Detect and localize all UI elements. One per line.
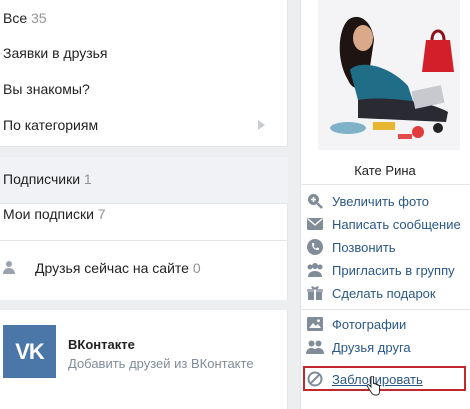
divider: [0, 240, 288, 241]
divider: [0, 203, 288, 204]
menu-write-message[interactable]: Написать сообщение: [306, 214, 461, 234]
mouse-cursor-icon: [366, 375, 380, 396]
menu-friends-of-friend[interactable]: Друзья друга: [306, 337, 411, 357]
divider: [300, 309, 470, 310]
menu-invite-group[interactable]: Пригласить в группу: [306, 260, 455, 280]
block-icon: [306, 370, 324, 388]
nav-friend-requests[interactable]: Заявки в друзья: [3, 45, 108, 61]
menu-enlarge-photo-label: Увеличить фото: [332, 193, 429, 209]
nav-followers-count: 1: [83, 171, 92, 187]
menu-invite-group-label: Пригласить в группу: [332, 262, 455, 278]
menu-call[interactable]: Позвонить: [306, 237, 396, 257]
friends-icon: [3, 259, 19, 275]
menu-call-label: Позвонить: [332, 239, 396, 255]
group-icon: [306, 261, 324, 279]
profile-photo[interactable]: [318, 0, 460, 150]
nav-online-friends[interactable]: Друзья сейчас на сайте 0: [35, 260, 201, 276]
photo-icon: [306, 315, 324, 333]
nav-all-label: Все: [3, 10, 28, 26]
vk-title[interactable]: ВКонтакте: [68, 337, 135, 352]
menu-friends-of-friend-label: Друзья друга: [332, 339, 411, 355]
nav-my-subscriptions-count: 7: [97, 206, 106, 222]
zoom-in-icon: [306, 192, 324, 210]
menu-photos-label: Фотографии: [332, 316, 407, 332]
profile-name[interactable]: Кате Рина: [300, 163, 470, 178]
nav-online-count: 0: [192, 260, 201, 276]
nav-all[interactable]: Все 35: [3, 10, 47, 26]
friends-icon: [306, 338, 324, 356]
nav-my-subscriptions[interactable]: Мои подписки 7: [3, 206, 106, 222]
gift-icon: [306, 284, 324, 302]
menu-write-message-label: Написать сообщение: [332, 216, 461, 232]
nav-maybe-know[interactable]: Вы знакомы?: [3, 81, 90, 97]
profile-photo-image: [318, 0, 460, 150]
nav-my-subscriptions-label: Мои подписки: [3, 206, 94, 222]
menu-gift-label: Сделать подарок: [332, 285, 436, 301]
vk-logo-icon[interactable]: VK: [3, 325, 56, 378]
nav-followers[interactable]: Подписчики 1: [3, 171, 92, 187]
nav-followers-label: Подписчики: [3, 171, 81, 187]
nav-online-label: Друзья сейчас на сайте: [35, 260, 189, 276]
menu-photos[interactable]: Фотографии: [306, 314, 406, 334]
divider: [300, 184, 470, 185]
phone-icon: [306, 238, 324, 256]
nav-by-category[interactable]: По категориям: [3, 117, 98, 133]
menu-enlarge-photo[interactable]: Увеличить фото: [306, 191, 429, 211]
nav-all-count: 35: [31, 10, 47, 26]
vk-subtitle[interactable]: Добавить друзей из ВКонтакте: [68, 356, 254, 371]
envelope-icon: [306, 215, 324, 233]
menu-block[interactable]: Заблокировать: [306, 369, 423, 389]
menu-gift[interactable]: Сделать подарок: [306, 283, 436, 303]
chevron-right-icon: [258, 120, 265, 130]
